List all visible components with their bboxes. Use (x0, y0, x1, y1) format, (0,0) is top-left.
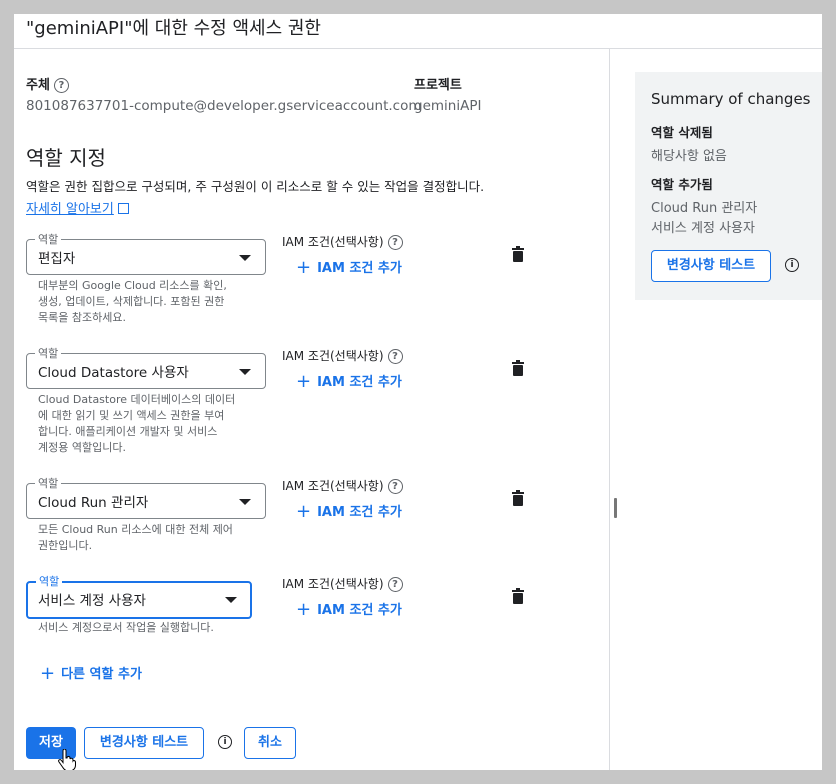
title-divider (14, 48, 822, 49)
role-desc-line: 목록을 참조하세요. (38, 311, 126, 324)
role-desc-line: 권한입니다. (38, 539, 93, 552)
iam-label-text: IAM 조건(선택사항) (282, 577, 384, 591)
role-select-1[interactable]: 역할 편집자 (26, 231, 266, 275)
role-field-label: 역할 (36, 573, 63, 589)
panel-divider (609, 49, 610, 770)
plus-icon: + (296, 599, 312, 620)
summary-panel: Summary of changes 역할 삭제됨 해당사항 없음 역할 추가됨… (635, 72, 822, 300)
role-value: 편집자 (38, 251, 76, 267)
delete-role-icon[interactable] (512, 490, 524, 506)
add-role-text: 다른 역할 추가 (61, 667, 142, 682)
plus-icon: + (296, 501, 312, 522)
role-value: Cloud Run 관리자 (38, 495, 149, 511)
info-icon[interactable]: i (218, 735, 232, 749)
role-select-2[interactable]: 역할 Cloud Datastore 사용자 (26, 345, 266, 389)
role-desc-line: 에 대한 읽기 및 쓰기 액세스 권한을 부여 (38, 409, 225, 422)
iam-condition-label-3: IAM 조건(선택사항)? (282, 477, 403, 494)
summary-test-changes-button[interactable]: 변경사항 테스트 (651, 250, 771, 282)
roles-removed-value: 해당사항 없음 (651, 149, 727, 164)
role-desc-line: Cloud Datastore 데이터베이스의 데이터 (38, 393, 236, 406)
plus-icon: + (40, 663, 56, 684)
principal-value: 801087637701-compute@developer.gservicea… (26, 98, 422, 114)
dialog-title: "geminiAPI"에 대한 수정 액세스 권한 (26, 18, 321, 39)
delete-role-icon[interactable] (512, 588, 524, 604)
iam-add-text: IAM 조건 추가 (317, 505, 402, 520)
info-icon[interactable]: i (785, 258, 799, 272)
add-another-role-button[interactable]: + 다른 역할 추가 (40, 662, 142, 684)
roles-added-label: 역할 추가됨 (651, 177, 713, 192)
add-iam-condition-button-2[interactable]: + IAM 조건 추가 (296, 370, 402, 392)
principal-label-group: 주체? (26, 74, 69, 93)
iam-add-text: IAM 조건 추가 (317, 603, 402, 618)
summary-title: Summary of changes (651, 90, 811, 108)
resize-handle[interactable] (614, 498, 617, 518)
project-label: 프로젝트 (414, 78, 462, 93)
iam-condition-label-1: IAM 조건(선택사항)? (282, 233, 403, 250)
iam-add-text: IAM 조건 추가 (317, 375, 402, 390)
role-value: Cloud Datastore 사용자 (38, 365, 189, 381)
iam-condition-label-4: IAM 조건(선택사항)? (282, 575, 403, 592)
role-field-label: 역할 (35, 475, 62, 491)
role-desc-line: 계정용 역할입니다. (38, 441, 126, 454)
role-field-label: 역할 (35, 345, 62, 361)
role-desc-line: 서비스 계정으로서 작업을 실행합니다. (38, 621, 214, 634)
role-select-3[interactable]: 역할 Cloud Run 관리자 (26, 475, 266, 519)
plus-icon: + (296, 257, 312, 278)
dropdown-arrow-icon (239, 255, 251, 261)
delete-role-icon[interactable] (512, 246, 524, 262)
iam-label-text: IAM 조건(선택사항) (282, 349, 384, 363)
external-link-icon (117, 203, 129, 214)
role-desc-line: 합니다. 애플리케이션 개발자 및 서비스 (38, 425, 218, 438)
project-value: geminiAPI (414, 98, 482, 114)
add-iam-condition-button-3[interactable]: + IAM 조건 추가 (296, 500, 402, 522)
learn-more-link[interactable]: 자세히 알아보기 (26, 198, 129, 217)
dropdown-arrow-icon (225, 597, 237, 603)
roles-section-description: 역할은 권한 집합으로 구성되며, 주 구성원이 이 리소스로 할 수 있는 작… (26, 179, 485, 194)
cancel-button[interactable]: 취소 (244, 727, 296, 759)
learn-more-text: 자세히 알아보기 (26, 202, 114, 217)
role-field-label: 역할 (35, 231, 62, 247)
role-description-2: Cloud Datastore 데이터베이스의 데이터 에 대한 읽기 및 쓰기… (38, 392, 258, 456)
role-desc-line: 대부분의 Google Cloud 리소스를 확인, (38, 279, 227, 292)
role-desc-line: 생성, 업데이트, 삭제합니다. 포함된 권한 (38, 295, 225, 308)
help-icon[interactable]: ? (387, 349, 403, 364)
add-iam-condition-button-4[interactable]: + IAM 조건 추가 (296, 598, 402, 620)
iam-add-text: IAM 조건 추가 (317, 261, 402, 276)
role-description-3: 모든 Cloud Run 리소스에 대한 전체 제어 권한입니다. (38, 522, 258, 554)
role-description-1: 대부분의 Google Cloud 리소스를 확인, 생성, 업데이트, 삭제합… (38, 278, 258, 326)
roles-removed-label: 역할 삭제됨 (651, 125, 713, 140)
role-desc-line: 모든 Cloud Run 리소스에 대한 전체 제어 (38, 523, 233, 536)
role-value: 서비스 계정 사용자 (38, 593, 146, 609)
dropdown-arrow-icon (239, 499, 251, 505)
role-select-4[interactable]: 역할 서비스 계정 사용자 (26, 573, 252, 619)
add-iam-condition-button-1[interactable]: + IAM 조건 추가 (296, 256, 402, 278)
role-description-4: 서비스 계정으로서 작업을 실행합니다. (38, 620, 258, 636)
iam-label-text: IAM 조건(선택사항) (282, 235, 384, 249)
delete-role-icon[interactable] (512, 360, 524, 376)
plus-icon: + (296, 371, 312, 392)
help-icon[interactable]: ? (387, 479, 403, 494)
roles-added-item: 서비스 계정 사용자 (651, 221, 755, 236)
test-changes-button[interactable]: 변경사항 테스트 (84, 727, 204, 759)
dropdown-arrow-icon (239, 369, 251, 375)
help-icon[interactable]: ? (387, 577, 403, 592)
hand-cursor-icon (58, 749, 76, 770)
edit-access-dialog: "geminiAPI"에 대한 수정 액세스 권한 주체? 8010876377… (14, 14, 822, 770)
iam-condition-label-2: IAM 조건(선택사항)? (282, 347, 403, 364)
help-icon[interactable]: ? (53, 78, 69, 93)
iam-label-text: IAM 조건(선택사항) (282, 479, 384, 493)
principal-label: 주체 (26, 78, 50, 93)
roles-added-item: Cloud Run 관리자 (651, 201, 758, 216)
help-icon[interactable]: ? (387, 235, 403, 250)
roles-section-title: 역할 지정 (26, 146, 106, 170)
